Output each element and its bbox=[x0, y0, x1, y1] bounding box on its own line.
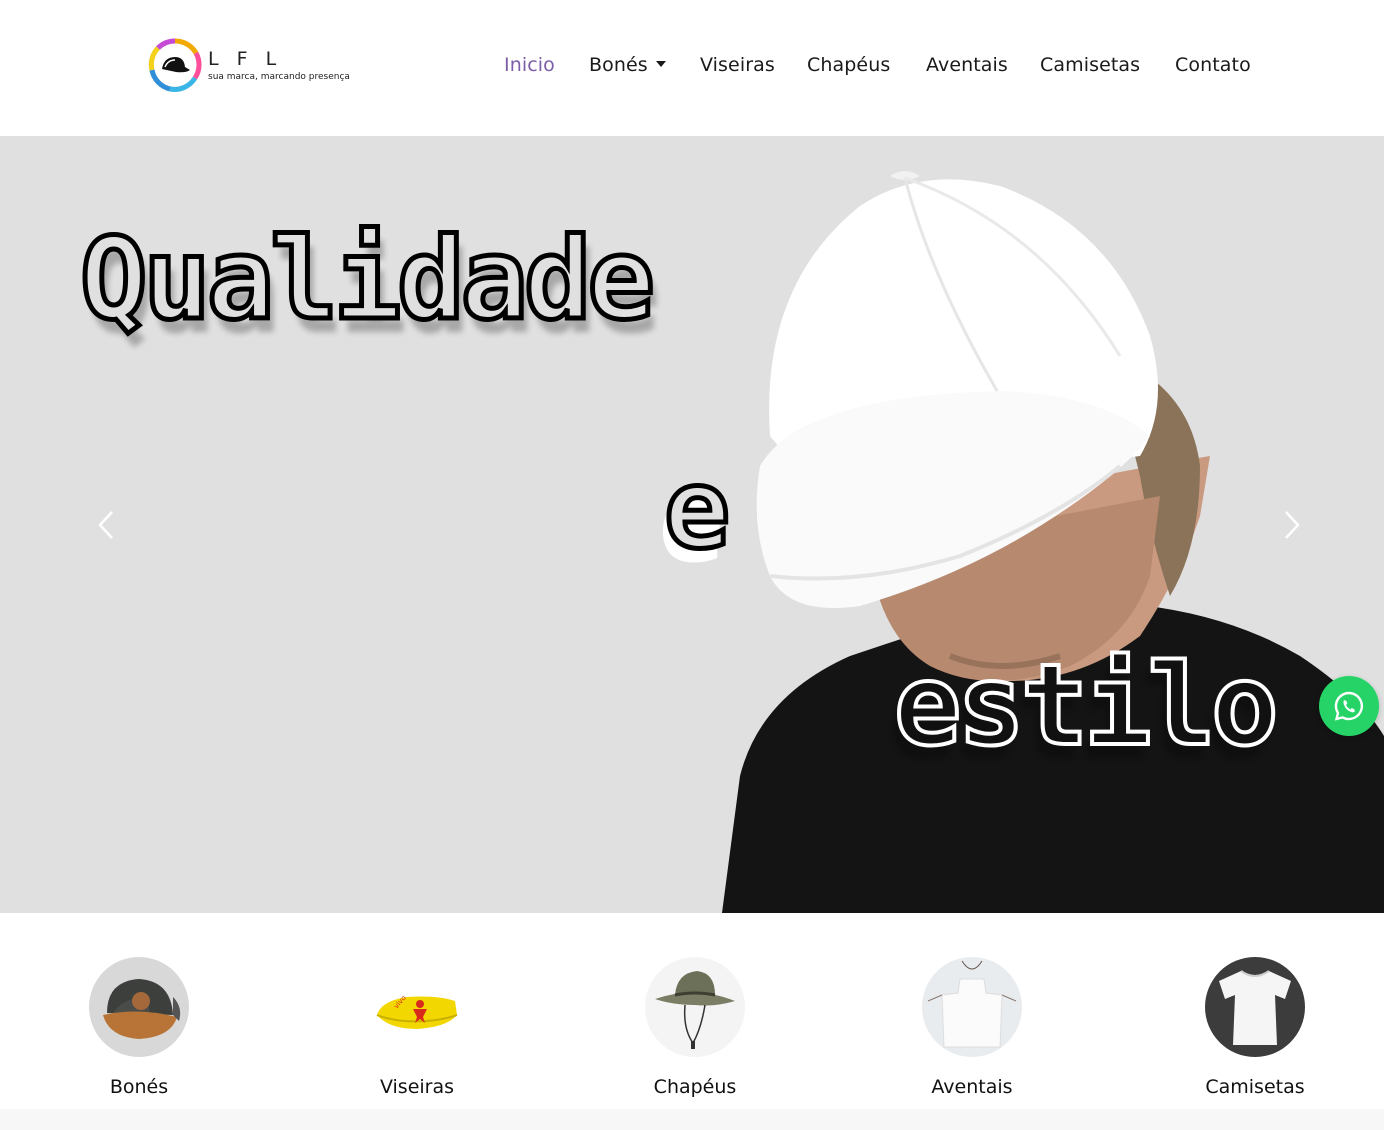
hero-title-estilo: estilo bbox=[892, 641, 1281, 771]
nav-item-camisetas[interactable]: Camisetas bbox=[1040, 54, 1140, 76]
whatsapp-button[interactable] bbox=[1319, 676, 1379, 736]
chevron-left-icon[interactable] bbox=[94, 508, 116, 542]
chevron-right-icon[interactable] bbox=[1282, 508, 1304, 542]
whatsapp-icon bbox=[1334, 691, 1364, 721]
hero-title-e: e bbox=[661, 445, 732, 573]
category-aventais-label: Aventais bbox=[931, 1076, 1013, 1098]
caret-down-icon bbox=[655, 61, 666, 67]
category-camisetas[interactable]: Camisetas bbox=[1145, 913, 1365, 1109]
hero-carousel: Qualidade e estilo bbox=[0, 136, 1384, 913]
nav-item-bones[interactable]: Bonés bbox=[589, 54, 666, 76]
nav-item-inicio[interactable]: Inicio bbox=[504, 54, 555, 76]
nav-item-viseiras[interactable]: Viseiras bbox=[700, 54, 775, 76]
category-viseiras-label: Viseiras bbox=[379, 1076, 455, 1098]
site-header: L F L sua marca, marcando presença Inici… bbox=[0, 0, 1384, 136]
tshirt-product-image bbox=[1205, 957, 1305, 1057]
nav-item-chapeus[interactable]: Chapéus bbox=[807, 54, 890, 76]
category-viseiras[interactable]: vivo Viseiras bbox=[307, 913, 527, 1109]
apron-product-image bbox=[922, 957, 1022, 1057]
bucket-hat-product-image bbox=[645, 957, 745, 1057]
category-aventais[interactable]: Aventais bbox=[862, 913, 1082, 1109]
category-bones[interactable]: Bonés bbox=[29, 913, 249, 1109]
nav-item-bones-label: Bonés bbox=[589, 54, 648, 76]
nav-item-contato[interactable]: Contato bbox=[1175, 54, 1251, 76]
cap-product-image bbox=[89, 957, 189, 1057]
category-camisetas-label: Camisetas bbox=[1205, 1076, 1305, 1098]
category-strip: Bonés vivo Viseiras Chapéus Aventais Cam… bbox=[0, 913, 1384, 1109]
main-nav: Inicio Bonés Viseiras Chapéus Aventais C… bbox=[0, 54, 1384, 84]
category-bones-label: Bonés bbox=[109, 1076, 169, 1098]
category-chapeus-label: Chapéus bbox=[653, 1076, 737, 1098]
category-chapeus[interactable]: Chapéus bbox=[585, 913, 805, 1109]
nav-item-aventais[interactable]: Aventais bbox=[926, 54, 1008, 76]
hero-title-qualidade: Qualidade bbox=[78, 215, 658, 345]
visor-product-image: vivo bbox=[367, 957, 467, 1057]
